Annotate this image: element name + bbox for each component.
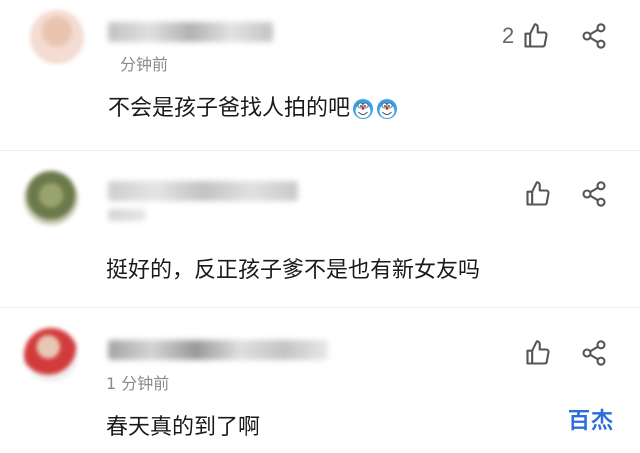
comment-text: 不会是孩子爸找人拍的吧	[108, 90, 398, 122]
username-blurred[interactable]	[108, 22, 273, 42]
avatar[interactable]	[24, 171, 78, 225]
avatar[interactable]	[30, 10, 84, 64]
username-blurred[interactable]	[108, 340, 328, 360]
thumbs-up-icon[interactable]	[524, 339, 552, 367]
like-count: 2	[502, 23, 515, 48]
watermark-logo: 百杰	[563, 401, 618, 437]
username-blurred[interactable]	[108, 181, 298, 201]
comment-time: 1 分钟前	[106, 374, 170, 393]
comment-time: 分钟前	[120, 55, 169, 74]
thumbs-up-icon[interactable]	[522, 22, 550, 50]
avatar[interactable]	[24, 328, 78, 382]
comment-text-content: 不会是孩子爸找人拍的吧	[108, 96, 351, 121]
comment-item-2: 挺好的，反正孩子爹不是也有新女友吗	[0, 151, 640, 306]
thumbs-up-icon[interactable]	[524, 180, 552, 208]
share-icon[interactable]	[580, 339, 608, 367]
comment-text: 挺好的，反正孩子爹不是也有新女友吗	[106, 258, 481, 283]
comment-item-1: 分钟前 不会是孩子爸找人拍的吧 2	[0, 0, 640, 148]
share-icon[interactable]	[580, 180, 608, 208]
time-blurred	[108, 209, 146, 221]
comment-text: 春天真的到了啊	[106, 415, 261, 440]
share-icon[interactable]	[580, 22, 608, 50]
comment-item-3: 1 分钟前 春天真的到了啊	[0, 308, 640, 453]
doraemon-emoji-icon	[376, 98, 398, 120]
doraemon-emoji-icon	[352, 98, 374, 120]
